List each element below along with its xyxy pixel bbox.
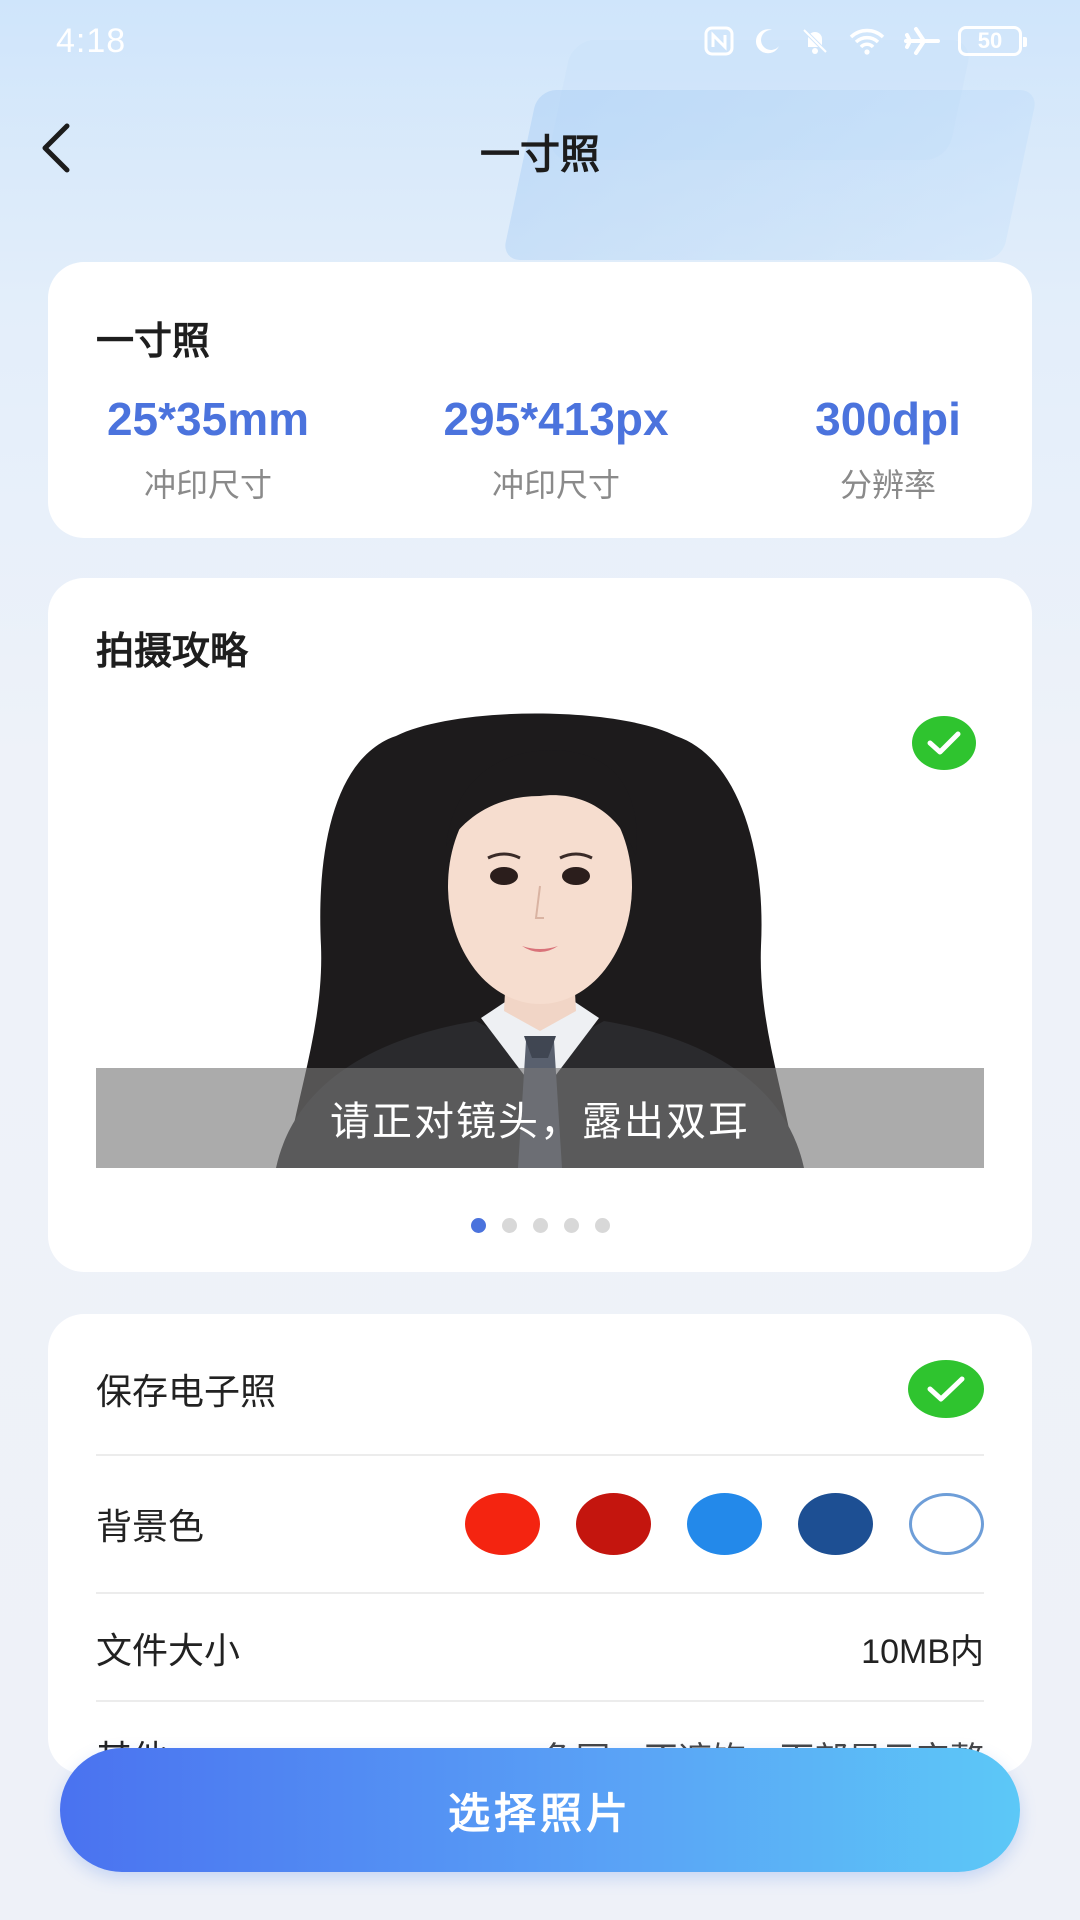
- background-color-label: 背景色: [96, 1507, 205, 1548]
- guide-card-title: 拍摄攻略: [96, 629, 249, 673]
- carousel-dot[interactable]: [594, 1218, 610, 1233]
- carousel-dot[interactable]: [563, 1218, 579, 1233]
- file-size-row: 文件大小 10MB内: [96, 1618, 984, 1678]
- nfc-icon: [704, 26, 734, 56]
- airplane-icon: [904, 26, 940, 56]
- wifi-icon: [848, 26, 886, 56]
- swatch-blue[interactable]: [687, 1493, 762, 1555]
- spec-resolution: 300dpi 分辨率: [788, 392, 988, 506]
- save-checked-icon[interactable]: [908, 1360, 984, 1418]
- battery-icon: 50: [958, 26, 1027, 56]
- spec-value: 295*413px: [443, 393, 669, 445]
- divider: [96, 1454, 984, 1456]
- spec-label: 冲印尺寸: [491, 466, 620, 504]
- spec-label: 冲印尺寸: [143, 466, 272, 504]
- correct-check-icon: [912, 716, 976, 770]
- spec-card: 一寸照 25*35mm 冲印尺寸 295*413px 冲印尺寸 300dpi 分…: [48, 262, 1032, 538]
- spec-value: 25*35mm: [106, 393, 310, 445]
- swatch-dark-blue[interactable]: [798, 1493, 873, 1555]
- swatch-red[interactable]: [465, 1493, 540, 1555]
- status-bar: 4:18 50: [0, 0, 1080, 90]
- save-electronic-photo-label: 保存电子照: [96, 1372, 277, 1413]
- file-size-label: 文件大小: [96, 1631, 241, 1672]
- carousel-dot[interactable]: [501, 1218, 517, 1233]
- spec-print-size-px: 295*413px 冲印尺寸: [420, 392, 692, 506]
- status-icons: 50: [704, 26, 1027, 56]
- guide-caption: 请正对镜头，露出双耳: [96, 1068, 984, 1168]
- divider: [96, 1700, 984, 1702]
- spec-print-size-mm: 25*35mm 冲印尺寸: [88, 392, 328, 506]
- swatch-dark-red[interactable]: [576, 1493, 651, 1555]
- spec-value: 300dpi: [815, 393, 961, 445]
- options-card: 保存电子照 背景色 文件大小 10MB内 其他 免冠、不遮饰、面部显示完整: [48, 1314, 1032, 1774]
- file-size-value: 10MB内: [861, 1632, 984, 1671]
- status-time: 4:18: [56, 22, 127, 60]
- save-electronic-photo-row[interactable]: 保存电子照: [96, 1358, 984, 1420]
- background-color-row: 背景色: [96, 1492, 984, 1556]
- background-color-swatches: [465, 1493, 984, 1555]
- select-photo-button[interactable]: 选择照片: [60, 1748, 1020, 1872]
- shooting-guide-card: 拍摄攻略 请正对镜头，露出双耳: [48, 578, 1032, 1272]
- carousel-dot[interactable]: [470, 1218, 486, 1233]
- moon-icon: [752, 26, 782, 56]
- page-title: 一寸照: [480, 132, 600, 178]
- guide-carousel-image[interactable]: 请正对镜头，露出双耳: [96, 696, 984, 1168]
- bell-off-icon: [800, 26, 830, 56]
- carousel-indicator: [48, 1218, 1032, 1233]
- spec-card-title: 一寸照: [96, 319, 211, 363]
- divider: [96, 1592, 984, 1594]
- swatch-white[interactable]: [909, 1493, 984, 1555]
- spec-label: 分辨率: [839, 466, 936, 504]
- carousel-dot[interactable]: [532, 1218, 548, 1233]
